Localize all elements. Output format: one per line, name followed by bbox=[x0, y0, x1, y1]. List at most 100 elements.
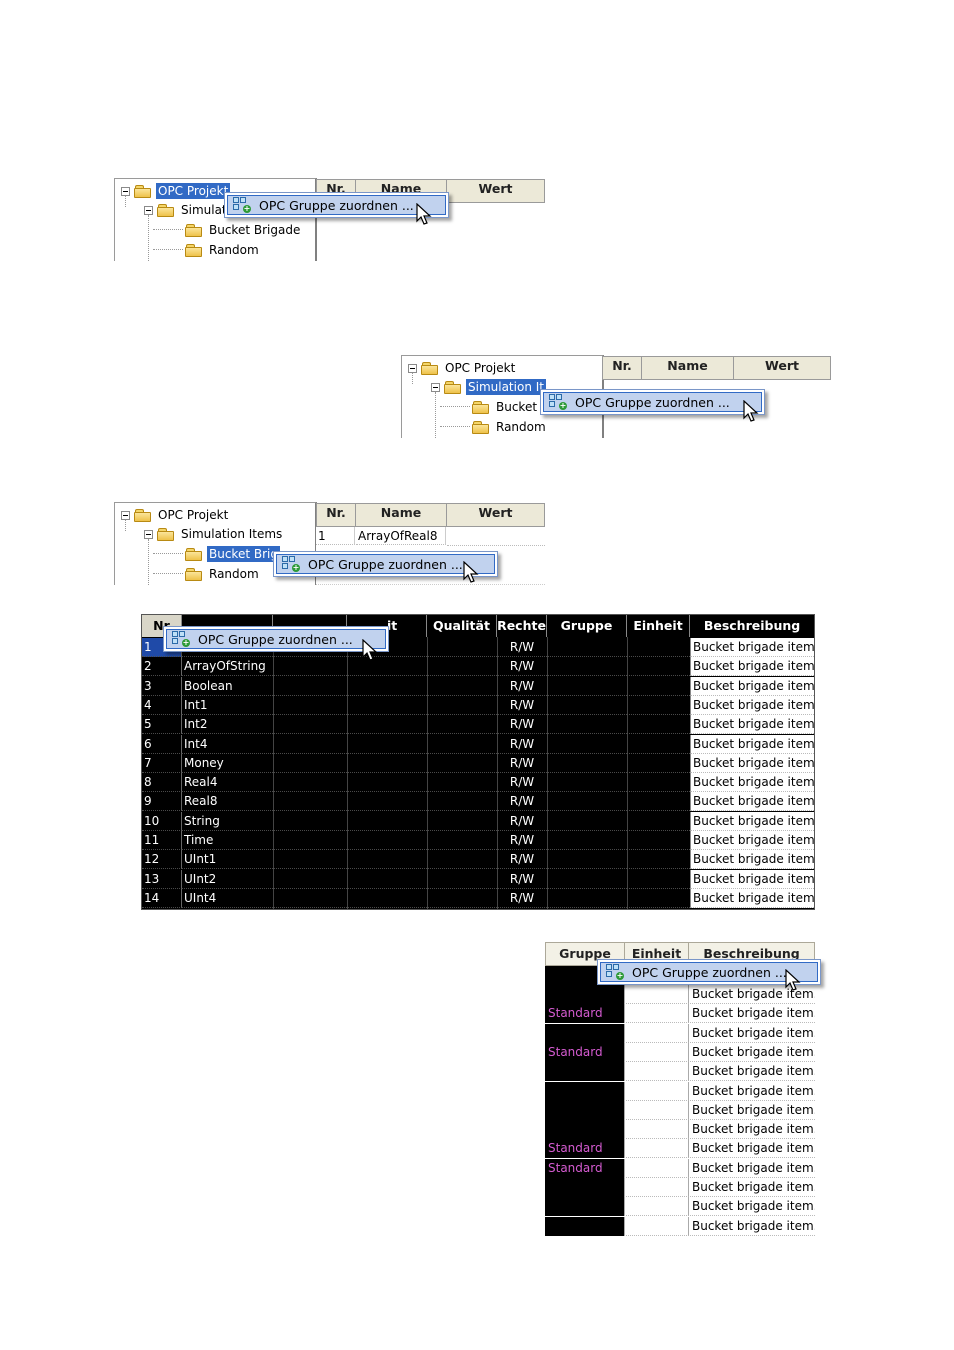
table-row[interactable]: 12 UInt1 R/W Bucket brigade item. bbox=[142, 850, 814, 870]
folder-icon bbox=[185, 223, 203, 237]
cell-beschreibung: Bucket brigade item. bbox=[690, 715, 814, 735]
table-row[interactable]: Bucket brigade item. bbox=[545, 1216, 815, 1236]
tree-node-random[interactable]: Random bbox=[472, 418, 548, 436]
column-header-einheit[interactable]: Einheit bbox=[627, 615, 690, 637]
tree-node-simulation-items[interactable]: Simulation Items bbox=[144, 525, 284, 543]
cell-gruppe bbox=[547, 754, 627, 773]
table-row[interactable]: 2 ArrayOfString R/W Bucket brigade item. bbox=[142, 657, 814, 677]
cell-gruppe bbox=[547, 831, 627, 850]
column-header-nr[interactable]: Nr. bbox=[316, 503, 356, 527]
cell-gruppe bbox=[545, 985, 625, 1004]
column-header-nr[interactable]: Nr. bbox=[602, 356, 642, 380]
table-row[interactable]: 14 UInt4 R/W Bucket brigade item. bbox=[142, 888, 814, 908]
table-row[interactable]: Standard Bucket brigade item. bbox=[545, 1004, 815, 1024]
collapse-icon[interactable] bbox=[144, 529, 153, 539]
collapse-icon[interactable] bbox=[408, 363, 417, 373]
table-row[interactable]: Bucket brigade item. bbox=[545, 1100, 815, 1120]
cell-gruppe bbox=[547, 657, 627, 677]
table-row[interactable]: 9 Real8 R/W Bucket brigade item. bbox=[142, 792, 814, 812]
table-row[interactable]: 6 Int4 R/W Bucket brigade item. bbox=[142, 734, 814, 754]
cell-einheit bbox=[624, 1100, 689, 1120]
cell-name: Real8 bbox=[182, 792, 273, 812]
cell-zeit bbox=[347, 850, 427, 870]
cell-qualitaet bbox=[427, 870, 497, 889]
collapse-icon[interactable] bbox=[121, 510, 130, 520]
tree-node-root[interactable]: OPC Projekt bbox=[121, 506, 230, 524]
column-header-wert[interactable]: Wert bbox=[733, 356, 831, 380]
folder-icon bbox=[185, 567, 203, 581]
cell-rechte: R/W bbox=[497, 831, 547, 850]
cell-gruppe: Standard bbox=[545, 1139, 625, 1159]
cell-gruppe bbox=[545, 1120, 625, 1140]
menu-item-label: OPC Gruppe zuordnen ... bbox=[198, 631, 353, 647]
tree-node-simulation-items[interactable]: Simulat bbox=[144, 201, 229, 219]
cell-wert bbox=[273, 870, 347, 889]
cell-rechte: R/W bbox=[497, 696, 547, 715]
cell-nr: 6 bbox=[142, 734, 182, 754]
column-header-gruppe[interactable]: Gruppe bbox=[547, 615, 627, 637]
cell-gruppe bbox=[545, 1178, 625, 1197]
table-row[interactable]: 13 UInt2 R/W Bucket brigade item. bbox=[142, 869, 814, 889]
menu-item-opc-gruppe-zuordnen[interactable]: + OPC Gruppe zuordnen ... bbox=[227, 195, 446, 215]
folder-icon bbox=[134, 184, 152, 198]
table-row[interactable]: Bucket brigade item. bbox=[545, 1081, 815, 1101]
cell-einheit bbox=[624, 1062, 689, 1082]
cell-einheit bbox=[624, 1023, 689, 1043]
cell-einheit bbox=[624, 1178, 689, 1197]
table-row[interactable]: 7 Money R/W Bucket brigade item. bbox=[142, 753, 814, 773]
collapse-icon[interactable] bbox=[121, 186, 130, 196]
tree-node-bucket-brigade[interactable]: Bucket Brigade bbox=[185, 221, 302, 239]
tree-label: Random bbox=[496, 420, 546, 434]
column-header-qualitaet[interactable]: Qualität bbox=[427, 615, 497, 637]
cell-gruppe bbox=[545, 1023, 625, 1043]
column-header-wert[interactable]: Wert bbox=[446, 503, 545, 527]
cell-gruppe bbox=[545, 1081, 625, 1101]
table-row[interactable]: Bucket brigade item. bbox=[545, 1062, 815, 1082]
cell-einheit bbox=[627, 850, 690, 870]
table-row[interactable]: Standard Bucket brigade item. bbox=[545, 1139, 815, 1159]
cell-beschreibung: Bucket brigade item. bbox=[690, 773, 814, 793]
tree-node-bucket-brigade[interactable]: Bucket Brig bbox=[185, 545, 280, 563]
menu-item-opc-gruppe-zuordnen[interactable]: + OPC Gruppe zuordnen ... bbox=[166, 629, 386, 649]
table-row[interactable]: Bucket brigade item. bbox=[545, 1178, 815, 1197]
tree-node-random[interactable]: Random bbox=[185, 241, 261, 259]
table-row[interactable]: Bucket brigade item. bbox=[545, 1023, 815, 1043]
tree-node-random[interactable]: Random bbox=[185, 565, 261, 583]
tree-node-root[interactable]: OPC Projekt bbox=[121, 182, 231, 200]
cell-beschreibung: Bucket brigade item. bbox=[690, 734, 814, 754]
column-header-name[interactable]: Name bbox=[641, 356, 734, 380]
table-row[interactable]: Bucket brigade item. bbox=[545, 1197, 815, 1217]
cell-name: Time bbox=[182, 831, 273, 850]
cell-einheit bbox=[627, 889, 690, 908]
cell-wert bbox=[273, 715, 347, 735]
table-row[interactable]: 1 ArrayOfReal8 bbox=[316, 527, 545, 546]
collapse-icon[interactable] bbox=[144, 205, 153, 215]
cell-rechte: R/W bbox=[497, 850, 547, 870]
table-row[interactable]: 11 Time R/W Bucket brigade item. bbox=[142, 831, 814, 850]
table-row[interactable]: Bucket brigade item. bbox=[545, 985, 815, 1004]
table-row[interactable]: 5 Int2 R/W Bucket brigade item. bbox=[142, 715, 814, 735]
table-row[interactable]: 3 Boolean R/W Bucket brigade item. bbox=[142, 676, 814, 696]
table-row[interactable]: Standard Bucket brigade item. bbox=[545, 1158, 815, 1178]
column-header-beschreibung[interactable]: Beschreibung bbox=[690, 615, 814, 637]
tree-node-simulation-items[interactable]: Simulation It bbox=[431, 378, 546, 396]
cell-qualitaet bbox=[427, 638, 497, 657]
cell-beschreibung: Bucket brigade item. bbox=[688, 1004, 815, 1024]
column-header-name[interactable]: Name bbox=[355, 503, 447, 527]
column-header-rechte[interactable]: Rechte bbox=[497, 615, 547, 637]
cell-gruppe: Standard bbox=[545, 1158, 625, 1178]
menu-item-opc-gruppe-zuordnen[interactable]: + OPC Gruppe zuordnen ... bbox=[543, 392, 762, 412]
cell-einheit bbox=[627, 638, 690, 657]
folder-icon bbox=[472, 400, 490, 414]
cell-wert bbox=[273, 677, 347, 696]
table-row[interactable]: 8 Real4 R/W Bucket brigade item. bbox=[142, 773, 814, 793]
table-row[interactable]: 4 Int1 R/W Bucket brigade item. bbox=[142, 695, 814, 715]
cell-qualitaet bbox=[427, 850, 497, 870]
table-row[interactable]: 10 String R/W Bucket brigade item. bbox=[142, 811, 814, 831]
column-header-wert[interactable]: Wert bbox=[446, 179, 545, 203]
tree-node-root[interactable]: OPC Projekt bbox=[408, 359, 517, 377]
table-row[interactable]: Standard Bucket brigade item. bbox=[545, 1042, 815, 1062]
table-row[interactable]: Bucket brigade item. bbox=[545, 1120, 815, 1140]
cell-zeit bbox=[347, 792, 427, 812]
collapse-icon[interactable] bbox=[431, 382, 440, 392]
